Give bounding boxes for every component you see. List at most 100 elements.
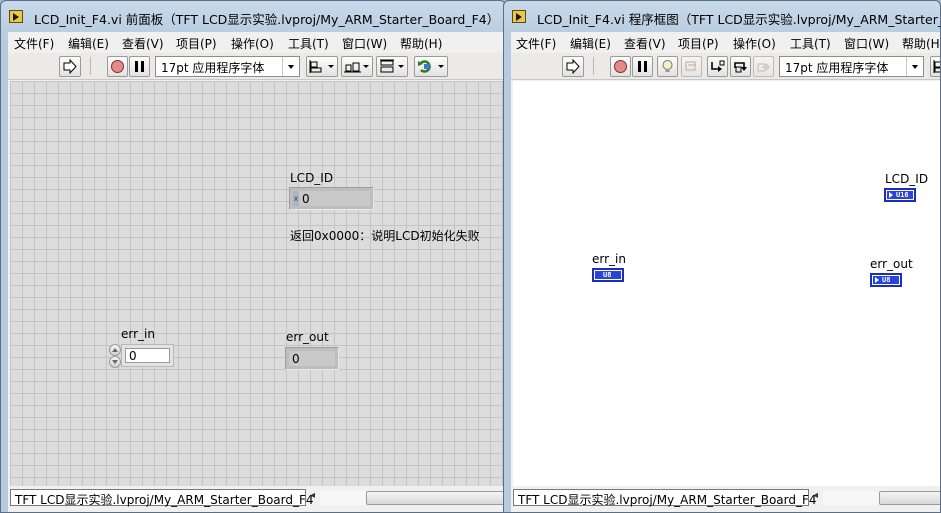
retain-wire-values-icon <box>685 61 696 71</box>
chevron-down-icon <box>398 65 404 68</box>
err-in-increment-decrement[interactable] <box>109 344 121 368</box>
menu-window[interactable]: 窗口(W) <box>342 35 387 52</box>
font-selector[interactable]: 17pt 应用程序字体 <box>155 56 300 77</box>
retain-wire-values-button[interactable] <box>681 56 702 77</box>
menu-tools[interactable]: 工具(T) <box>288 35 329 52</box>
lcd-id-terminal-label: LCD_ID <box>885 172 929 186</box>
front-panel-statusbar: TFT LCD显示实验.lvproj/My_ARM_Starter_Board_… <box>8 486 505 512</box>
step-into-button[interactable] <box>707 56 728 77</box>
pause-icon <box>135 61 144 72</box>
chevron-down-icon <box>906 57 923 76</box>
step-over-button[interactable] <box>730 56 751 77</box>
step-over-icon <box>734 62 747 73</box>
horizontal-scrollbar-thumb[interactable] <box>879 491 940 505</box>
highlight-execution-button[interactable] <box>657 56 678 77</box>
toolbar-separator <box>593 57 594 75</box>
run-button[interactable] <box>59 56 81 77</box>
highlight-execution-icon <box>662 60 673 72</box>
align-objects-button[interactable] <box>306 56 338 77</box>
block-diagram-menubar: 文件(F) 编辑(E) 查看(V) 项目(P) 操作(O) 工具(T) 窗口(W… <box>511 32 940 53</box>
err-out-terminal-type-label: U8 <box>882 276 891 284</box>
block-diagram-title: LCD_Init_F4.vi 程序框图（TFT LCD显示实验.lvproj/M… <box>537 12 941 27</box>
project-path: TFT LCD显示实验.lvproj/My_ARM_Starter_Board_… <box>513 489 817 507</box>
block-diagram-canvas[interactable]: LCD_ID U16 err_in U8 err_out U8 <box>513 81 940 486</box>
err-out-value: 0 <box>289 351 335 366</box>
block-diagram-window: LCD_Init_F4.vi 程序框图（TFT LCD显示实验.lvproj/M… <box>503 0 941 513</box>
decrement-arrow-icon[interactable] <box>109 356 121 368</box>
pause-icon <box>638 61 647 72</box>
err-in-control[interactable]: 0 <box>121 344 174 367</box>
run-arrow-icon <box>63 59 77 74</box>
scroll-left-icon[interactable]: ◂ <box>310 490 315 501</box>
front-panel-menubar: 文件(F) 编辑(E) 查看(V) 项目(P) 操作(O) 工具(T) 窗口(W… <box>8 32 505 53</box>
align-icon <box>933 60 940 73</box>
toolbar-separator <box>90 57 91 75</box>
distribute-objects-button[interactable] <box>341 56 373 77</box>
abort-icon <box>614 60 627 73</box>
menu-window[interactable]: 窗口(W) <box>844 35 889 52</box>
err-out-terminal-label: err_out <box>870 257 913 271</box>
err-in-terminal-label: err_in <box>592 252 626 266</box>
front-panel-canvas[interactable]: LCD_ID 0 x 返回0x0000：说明LCD初始化失败 err_in 0 … <box>10 81 505 486</box>
menu-file[interactable]: 文件(F) <box>516 35 556 52</box>
run-button[interactable] <box>562 56 584 77</box>
run-arrow-icon <box>566 59 580 74</box>
lcd-id-terminal-type-label: U16 <box>896 191 909 199</box>
front-panel-client: 文件(F) 编辑(E) 查看(V) 项目(P) 操作(O) 工具(T) 窗口(W… <box>8 32 505 512</box>
block-diagram-titlebar[interactable]: LCD_Init_F4.vi 程序框图（TFT LCD显示实验.lvproj/M… <box>504 1 940 32</box>
resize-objects-button[interactable] <box>376 56 408 77</box>
front-panel-title: LCD_Init_F4.vi 前面板（TFT LCD显示实验.lvproj/My… <box>34 12 500 27</box>
menu-help[interactable]: 帮助(H) <box>400 35 442 52</box>
block-diagram-client: 文件(F) 编辑(E) 查看(V) 项目(P) 操作(O) 工具(T) 窗口(W… <box>511 32 940 512</box>
menu-help[interactable]: 帮助(H) <box>902 35 940 52</box>
increment-arrow-icon[interactable] <box>109 344 121 356</box>
reorder-button[interactable] <box>414 56 448 77</box>
lcd-id-label: LCD_ID <box>290 171 334 185</box>
vi-icon <box>9 10 23 23</box>
scroll-left-icon[interactable]: ◂ <box>813 490 818 501</box>
indicator-arrow-icon <box>889 192 893 198</box>
indicator-arrow-icon <box>875 277 879 283</box>
step-out-button[interactable] <box>753 56 774 77</box>
step-into-icon <box>711 60 725 72</box>
lcd-id-value-field: 0 <box>293 191 370 206</box>
front-panel-window: LCD_Init_F4.vi 前面板（TFT LCD显示实验.lvproj/My… <box>0 0 506 513</box>
menu-operate[interactable]: 操作(O) <box>733 35 776 52</box>
block-diagram-statusbar: TFT LCD显示实验.lvproj/My_ARM_Starter_Board_… <box>511 486 940 512</box>
pause-button[interactable] <box>632 56 653 77</box>
vi-icon <box>512 10 526 23</box>
align-objects-button[interactable] <box>930 56 940 77</box>
abort-icon <box>111 60 124 73</box>
font-selector-value: 17pt 应用程序字体 <box>785 61 889 75</box>
menu-edit[interactable]: 编辑(E) <box>68 35 109 52</box>
err-in-value[interactable]: 0 <box>125 348 170 363</box>
err-out-terminal[interactable]: U8 <box>870 273 902 287</box>
chevron-down-icon <box>328 65 334 68</box>
menu-operate[interactable]: 操作(O) <box>231 35 274 52</box>
err-in-terminal[interactable]: U8 <box>592 268 624 282</box>
abort-button[interactable] <box>610 56 631 77</box>
abort-button[interactable] <box>107 56 128 77</box>
horizontal-scrollbar-thumb[interactable] <box>366 491 505 505</box>
front-panel-toolbar: 17pt 应用程序字体 <box>8 53 505 80</box>
lcd-id-indicator: 0 x <box>289 187 374 210</box>
step-out-icon <box>757 63 770 72</box>
radix-display[interactable]: x <box>293 191 299 206</box>
font-selector[interactable]: 17pt 应用程序字体 <box>779 56 924 77</box>
menu-project[interactable]: 项目(P) <box>176 35 217 52</box>
front-panel-titlebar[interactable]: LCD_Init_F4.vi 前面板（TFT LCD显示实验.lvproj/My… <box>1 1 505 32</box>
menu-project[interactable]: 项目(P) <box>678 35 719 52</box>
menu-edit[interactable]: 编辑(E) <box>570 35 611 52</box>
lcd-id-terminal[interactable]: U16 <box>884 188 916 202</box>
pause-button[interactable] <box>129 56 150 77</box>
err-out-label: err_out <box>286 330 329 344</box>
menu-view[interactable]: 查看(V) <box>122 35 164 52</box>
menu-tools[interactable]: 工具(T) <box>790 35 831 52</box>
menu-file[interactable]: 文件(F) <box>14 35 54 52</box>
reorder-icon <box>418 60 431 73</box>
err-out-terminal-type: U8 <box>873 276 899 284</box>
menu-view[interactable]: 查看(V) <box>624 35 666 52</box>
chevron-down-icon <box>363 65 369 68</box>
lcd-id-note: 返回0x0000：说明LCD初始化失败 <box>290 229 480 243</box>
lcd-id-terminal-type: U16 <box>887 191 913 199</box>
